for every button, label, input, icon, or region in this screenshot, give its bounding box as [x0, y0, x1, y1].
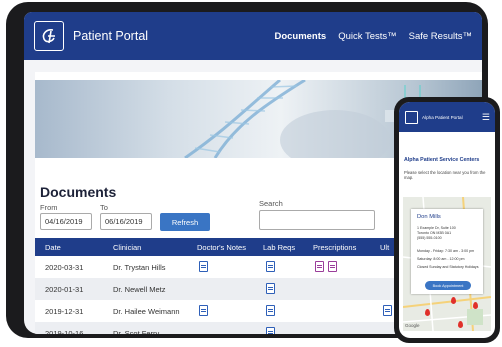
lab-req-document-icon[interactable]	[266, 261, 275, 272]
prescription-document-icon[interactable]	[315, 261, 324, 272]
row-date: 2020-01-31	[45, 285, 84, 294]
doctors-note-document-icon[interactable]	[199, 261, 208, 272]
col-clinician[interactable]: Clinician	[113, 243, 141, 252]
documents-title: Documents	[40, 184, 117, 200]
col-date[interactable]: Date	[45, 243, 61, 252]
ult-document-icon[interactable]	[383, 305, 392, 316]
row-date: 2020-03-31	[45, 263, 84, 272]
hamburger-menu-icon[interactable]: ☰	[482, 112, 490, 123]
col-doctors-notes[interactable]: Doctor's Notes	[197, 243, 246, 252]
location-hours-3: Closed Sunday and Statutory Holidays	[417, 265, 479, 269]
location-address: 1 Example Dr, Suite 100	[417, 226, 456, 230]
phone-screen: Alpha Patient Portal ☰ Alpha Patient Ser…	[399, 102, 495, 338]
col-prescriptions[interactable]: Prescriptions	[313, 243, 356, 252]
map-pin-icon[interactable]	[473, 302, 478, 309]
phone-heading: Alpha Patient Service Centers	[404, 157, 480, 163]
nav-quick-tests[interactable]: Quick Tests™	[338, 31, 396, 42]
map-pin-icon[interactable]	[458, 321, 463, 328]
search-label: Search	[259, 199, 283, 208]
row-date: 2019-12-31	[45, 307, 84, 316]
search-input[interactable]	[259, 210, 375, 230]
lab-req-document-icon[interactable]	[266, 327, 275, 334]
row-clinician: Dr. Hailee Weimann	[113, 307, 180, 316]
row-clinician: Dr. Scot Ferry	[113, 329, 160, 334]
map-pin-icon[interactable]	[425, 309, 430, 316]
refresh-button[interactable]: Refresh	[160, 213, 210, 231]
nav-safe-results[interactable]: Safe Results™	[409, 31, 472, 42]
location-hours-1: Monday - Friday: 7:30 am - 3:00 pm	[417, 249, 475, 253]
col-lab-reqs[interactable]: Lab Reqs	[263, 243, 295, 252]
phone-header-title: Alpha Patient Portal	[422, 114, 463, 120]
lab-req-document-icon[interactable]	[266, 305, 275, 316]
col-ult[interactable]: Ult	[380, 243, 389, 252]
main-nav: Documents Quick Tests™ Safe Results™	[274, 31, 472, 42]
logo-icon[interactable]	[34, 21, 64, 51]
location-map[interactable]: Don Mills 1 Example Dr, Suite 100 Toront…	[403, 197, 491, 331]
row-date: 2019-10-16	[45, 329, 84, 334]
app-title: Patient Portal	[73, 29, 149, 43]
from-label: From	[40, 203, 58, 212]
phone-logo-icon[interactable]	[405, 110, 418, 124]
location-address-line2: Toronto ON M3B 0A1	[417, 231, 452, 235]
phone-device: Alpha Patient Portal ☰ Alpha Patient Ser…	[394, 97, 500, 343]
location-name: Don Mills	[417, 214, 441, 220]
location-phone: (555) 555-0100	[417, 236, 442, 240]
phone-intro: Please select the location near you from…	[404, 170, 486, 181]
nav-documents[interactable]: Documents	[274, 31, 326, 42]
row-clinician: Dr. Trystan Hills	[113, 263, 166, 272]
location-card: Don Mills 1 Example Dr, Suite 100 Toront…	[411, 209, 483, 294]
to-date-input[interactable]: 06/16/2019	[100, 213, 152, 230]
location-hours-2: Saturday: 8:00 am - 12:00 pm	[417, 257, 465, 261]
from-date-input[interactable]: 04/16/2019	[40, 213, 92, 230]
row-clinician: Dr. Newell Metz	[113, 285, 166, 294]
map-pin-icon[interactable]	[451, 297, 456, 304]
lab-req-document-icon[interactable]	[266, 283, 275, 294]
to-label: To	[100, 203, 108, 212]
phone-header: Alpha Patient Portal ☰	[399, 102, 495, 132]
book-appointment-button[interactable]: Book Appointment	[425, 281, 471, 290]
prescription-document-icon[interactable]	[328, 261, 337, 272]
map-logo: Google	[405, 323, 420, 328]
app-header: Patient Portal Documents Quick Tests™ Sa…	[24, 12, 482, 60]
doctors-note-document-icon[interactable]	[199, 305, 208, 316]
